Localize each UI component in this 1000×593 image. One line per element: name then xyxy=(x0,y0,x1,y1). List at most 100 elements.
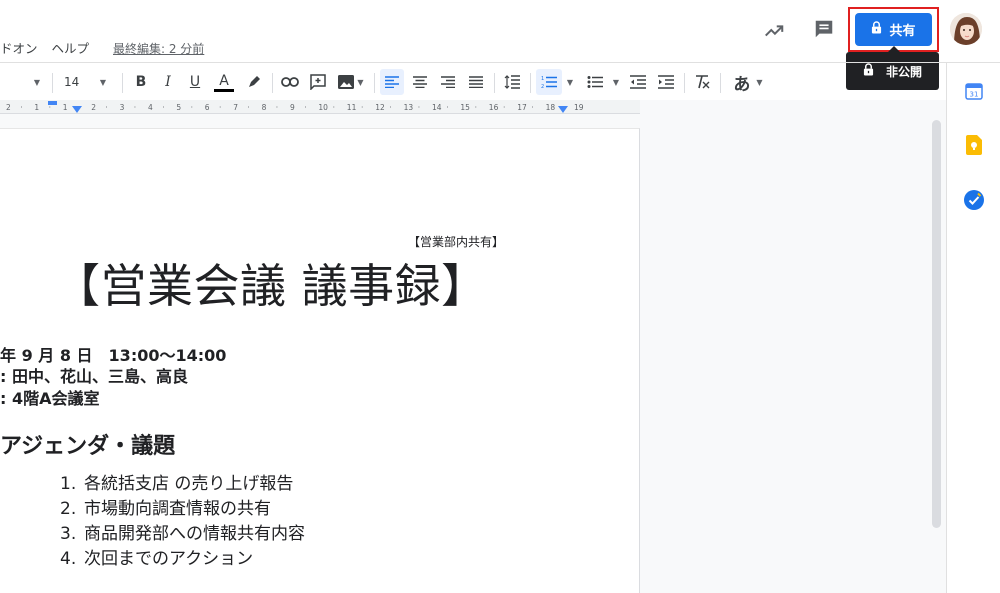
comment-icon[interactable] xyxy=(810,15,838,43)
tasks-icon[interactable] xyxy=(963,189,985,211)
add-comment-icon[interactable] xyxy=(306,69,330,95)
menu-help[interactable]: ヘルプ xyxy=(52,38,90,57)
vertical-scrollbar[interactable] xyxy=(932,120,941,528)
ruler-dot: · xyxy=(417,103,421,112)
ruler-number: 11 xyxy=(346,103,357,112)
ruler-number: 19 xyxy=(574,103,584,112)
ruler-dot: · xyxy=(105,103,108,112)
highlight-pen-icon[interactable] xyxy=(242,69,266,95)
ruler-dot: · xyxy=(361,103,364,112)
ruler-number: 3 xyxy=(119,103,125,112)
ruler-dot: · xyxy=(332,103,335,112)
numbered-list-menu-icon[interactable]: ▼ xyxy=(564,69,576,95)
ruler[interactable]: 2 · 1 · 1 · 2 · 3 · 4 · 5 · 6 · 7 · 8 · 9 · 10 · 11 · 12 · 13 · 14 · 15 ·… xyxy=(0,100,640,114)
list-item-number: 2. xyxy=(60,499,77,519)
align-right-icon[interactable] xyxy=(436,69,460,95)
line-spacing-icon[interactable] xyxy=(500,69,524,95)
ruler-dot: · xyxy=(247,103,250,112)
insert-image-icon[interactable]: ▼ xyxy=(334,69,368,95)
ruler-number: 10 xyxy=(318,103,328,112)
ruler-number: 17 xyxy=(517,103,527,112)
toolbar-separator xyxy=(374,73,375,93)
toolbar-separator xyxy=(494,73,495,93)
decrease-indent-icon[interactable] xyxy=(626,69,650,95)
document-note: 【営業部内共有】 xyxy=(408,235,505,249)
ruler-number: 4 xyxy=(148,103,153,112)
ruler-dot: · xyxy=(20,103,23,112)
bulleted-list-menu-icon[interactable]: ▼ xyxy=(610,69,622,95)
bold-icon[interactable]: B xyxy=(130,69,152,95)
align-justify-icon[interactable] xyxy=(464,69,488,95)
toolbar-separator xyxy=(684,73,685,93)
toolbar-separator xyxy=(530,73,531,93)
italic-icon[interactable]: I xyxy=(157,69,179,95)
left-indent-marker[interactable] xyxy=(72,106,82,113)
text-color-icon[interactable]: A xyxy=(212,69,236,95)
menu-bar: ドオン ヘルプ 最終編集: 2 分前 xyxy=(0,38,204,56)
clear-formatting-icon[interactable] xyxy=(690,69,714,95)
ruler-number: 13 xyxy=(403,103,414,112)
calendar-icon[interactable]: 31 xyxy=(963,80,985,102)
info-line-attendees: : 田中、花山、三島、高良 xyxy=(0,367,188,386)
first-line-indent-marker[interactable] xyxy=(48,101,57,105)
formatting-toolbar: ▼ 14 ▼ B I U A ▼ 1 2 ▼ ▼ あ ▼ xyxy=(0,66,780,98)
ruler-number: 1 xyxy=(34,103,40,112)
chevron-down-icon: ▼ xyxy=(756,77,763,87)
font-size-select[interactable]: 14 ▼ xyxy=(60,69,110,95)
avatar[interactable] xyxy=(950,13,982,45)
list-item-number: 4. xyxy=(60,549,77,569)
ruler-dot: · xyxy=(304,103,307,112)
svg-text:2: 2 xyxy=(541,84,544,89)
visibility-tooltip: 非公開 xyxy=(846,46,939,90)
increase-indent-icon[interactable] xyxy=(654,69,678,95)
ruler-dot: · xyxy=(389,103,392,112)
list-item-text: 商品開発部への情報共有内容 xyxy=(84,524,305,544)
toolbar-separator xyxy=(720,73,721,93)
numbered-list-icon[interactable]: 12 xyxy=(536,69,562,95)
text-color-bar xyxy=(214,88,234,92)
ruler-number: 2 xyxy=(6,103,11,112)
ruler-number: 15 xyxy=(460,103,470,112)
ruler-number: 7 xyxy=(233,103,238,112)
ruler-number: 5 xyxy=(176,103,182,112)
right-indent-marker[interactable] xyxy=(558,106,568,113)
font-size-value: 14 xyxy=(64,75,80,89)
list-item: 3. 商品開発部への情報共有内容 xyxy=(60,519,305,544)
ruler-dot: · xyxy=(162,103,165,112)
underline-icon[interactable]: U xyxy=(184,69,206,95)
share-button-label: 共有 xyxy=(889,24,916,39)
svg-text:31: 31 xyxy=(970,91,979,99)
trending-up-icon[interactable] xyxy=(760,17,788,45)
align-left-icon[interactable] xyxy=(380,69,404,95)
list-item: 4. 次回までのアクション xyxy=(60,544,305,569)
ruler-number: 14 xyxy=(432,103,442,112)
ruler-number: 9 xyxy=(290,103,295,112)
lock-icon xyxy=(871,21,882,38)
info-line-location: : 4階A会議室 xyxy=(0,389,100,408)
ruler-number: 2 xyxy=(91,103,96,112)
ruler-dot: · xyxy=(133,103,137,112)
svg-text:1: 1 xyxy=(541,76,544,82)
input-tools-button[interactable]: あ ▼ xyxy=(728,69,768,95)
ruler-number: 6 xyxy=(204,103,210,112)
bulleted-list-icon[interactable] xyxy=(582,69,608,95)
document-title: 【営業会議 議事録】 xyxy=(54,259,488,313)
ruler-number: 12 xyxy=(375,103,385,112)
input-tools-glyph: あ xyxy=(733,74,751,95)
keep-icon[interactable] xyxy=(963,134,985,156)
ruler-dot: · xyxy=(446,103,449,112)
last-edit-link[interactable]: 最終編集: 2 分前 xyxy=(113,40,204,57)
list-item: 1. 各統括支店 の売り上げ報告 xyxy=(60,469,305,494)
share-button[interactable]: 共有 xyxy=(855,13,932,46)
font-dropdown-icon[interactable]: ▼ xyxy=(30,69,44,95)
ruler-number: 8 xyxy=(261,103,267,112)
align-center-icon[interactable] xyxy=(408,69,432,95)
ruler-number: 18 xyxy=(545,103,556,112)
link-icon[interactable] xyxy=(278,69,302,95)
ruler-dot: · xyxy=(190,103,193,112)
list-item: 2. 市場動向調査情報の共有 xyxy=(60,494,305,519)
ruler-number: 1 xyxy=(62,103,68,112)
menu-addons[interactable]: ドオン xyxy=(0,38,38,57)
ruler-number: 16 xyxy=(488,103,499,112)
agenda-heading: アジェンダ・議題 xyxy=(0,434,176,459)
